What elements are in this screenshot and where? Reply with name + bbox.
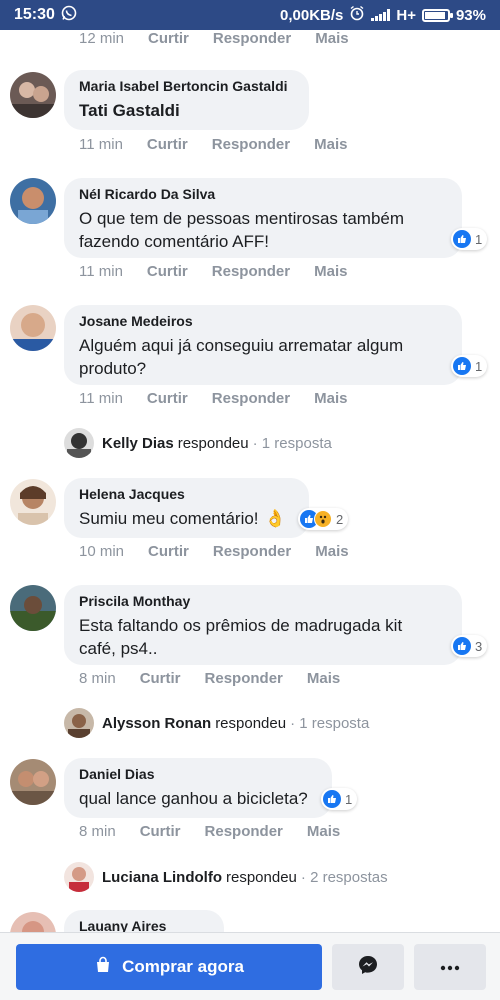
reply-link[interactable]: Responder	[205, 823, 283, 840]
wow-icon	[314, 510, 332, 528]
comment-text[interactable]: qual lance ganhou a bicicleta?	[79, 787, 318, 810]
comment-text[interactable]: Sumiu meu comentário! 👌	[79, 507, 295, 530]
more-options-button[interactable]	[414, 944, 486, 990]
comment-author[interactable]: Josane Medeiros	[79, 313, 448, 329]
signal-icon	[371, 9, 391, 21]
avatar	[64, 708, 94, 738]
comment-meta: 11 min Curtir Responder Mais	[79, 390, 348, 407]
like-link[interactable]: Curtir	[148, 543, 189, 560]
reply-link[interactable]: Responder	[213, 543, 291, 560]
comment-author[interactable]: Helena Jacques	[79, 486, 295, 502]
status-time: 15:30	[14, 6, 55, 23]
avatar[interactable]	[10, 585, 56, 631]
like-link[interactable]: Curtir	[147, 136, 188, 153]
reply-link[interactable]: Responder	[213, 30, 291, 47]
reactions-badge[interactable]: 3	[451, 635, 488, 657]
ok-hand-emoji: 👌	[264, 509, 286, 528]
shopping-bag-icon	[94, 956, 112, 979]
more-link[interactable]: Mais	[314, 390, 347, 407]
reactions-badge[interactable]: 1	[451, 228, 488, 250]
comment-bubble: Maria Isabel Bertoncin Gastaldi Tati Gas…	[64, 70, 309, 130]
more-link[interactable]: Mais	[314, 136, 347, 153]
comment-author[interactable]: Daniel Dias	[79, 766, 318, 782]
reply-link[interactable]: Responder	[212, 390, 290, 407]
battery-percent: 93%	[455, 6, 486, 24]
comment-author[interactable]: Priscila Monthay	[79, 593, 448, 609]
reactions-badge[interactable]: 1	[321, 788, 358, 810]
reply-link[interactable]: Responder	[205, 670, 283, 687]
battery-icon	[421, 8, 453, 22]
like-link[interactable]: Curtir	[147, 390, 188, 407]
whatsapp-icon	[61, 5, 77, 26]
replies-link[interactable]: Alysson Ronan respondeu · 1 resposta	[64, 708, 369, 738]
comment-meta: 10 min Curtir Responder Mais	[79, 543, 349, 560]
avatar	[64, 862, 94, 892]
status-bar: 15:30 0,00KB/s H+ 93%	[0, 0, 500, 30]
reactions-badge[interactable]: 1	[451, 355, 488, 377]
comments-feed[interactable]: 12 min Curtir Responder Mais Maria Isabe…	[0, 30, 500, 932]
more-icon	[440, 958, 460, 976]
avatar[interactable]	[10, 479, 56, 525]
network-speed: 0,00KB/s	[280, 6, 344, 24]
like-icon	[453, 230, 471, 248]
bottom-action-bar: Comprar agora	[0, 932, 500, 1000]
avatar[interactable]	[10, 912, 56, 932]
comment-text[interactable]: Esta faltando os prêmios de madrugada ki…	[79, 614, 448, 660]
like-link[interactable]: Curtir	[148, 30, 189, 47]
like-link[interactable]: Curtir	[147, 263, 188, 280]
like-link[interactable]: Curtir	[140, 670, 181, 687]
comment-meta: 8 min Curtir Responder Mais	[79, 670, 341, 687]
replies-link[interactable]: Luciana Lindolfo respondeu · 2 respostas	[64, 862, 388, 892]
comment-text[interactable]: O que tem de pessoas mentirosas também f…	[79, 207, 448, 253]
avatar[interactable]	[10, 305, 56, 351]
comment-bubble: Helena Jacques Sumiu meu comentário! 👌	[64, 478, 309, 538]
comment-meta: 8 min Curtir Responder Mais	[79, 823, 341, 840]
avatar[interactable]	[10, 178, 56, 224]
comment-text[interactable]: Tati Gastaldi	[79, 99, 295, 122]
messenger-icon	[357, 954, 379, 981]
like-link[interactable]: Curtir	[140, 823, 181, 840]
comment-meta: 11 min Curtir Responder Mais	[79, 136, 348, 153]
more-link[interactable]: Mais	[315, 30, 348, 47]
replies-link[interactable]: Kelly Dias respondeu · 1 resposta	[64, 428, 332, 458]
more-link[interactable]: Mais	[315, 543, 348, 560]
avatar	[64, 428, 94, 458]
comment-meta: 12 min Curtir Responder Mais	[79, 30, 349, 47]
comment-bubble: Priscila Monthay Esta faltando os prêmio…	[64, 585, 462, 665]
comment-bubble: Daniel Dias qual lance ganhou a biciclet…	[64, 758, 332, 818]
network-type: H+	[396, 6, 416, 24]
reactions-badge[interactable]: 2	[298, 508, 349, 530]
reply-link[interactable]: Responder	[212, 263, 290, 280]
buy-now-button[interactable]: Comprar agora	[16, 944, 322, 990]
messenger-button[interactable]	[332, 944, 404, 990]
comment-meta: 11 min Curtir Responder Mais	[79, 263, 348, 280]
comment-bubble: Nél Ricardo Da Silva O que tem de pessoa…	[64, 178, 462, 258]
more-link[interactable]: Mais	[307, 670, 340, 687]
like-icon	[453, 637, 471, 655]
comment-text[interactable]: Alguém aqui já conseguiu arrematar algum…	[79, 334, 448, 380]
avatar[interactable]	[10, 72, 56, 118]
comment-author[interactable]: Maria Isabel Bertoncin Gastaldi	[79, 78, 295, 94]
like-icon	[323, 790, 341, 808]
comment-author[interactable]: Nél Ricardo Da Silva	[79, 186, 448, 202]
like-icon	[453, 357, 471, 375]
alarm-icon	[349, 5, 365, 25]
comment-bubble: Lauany Aires	[64, 910, 224, 932]
comment-author[interactable]: Lauany Aires	[79, 918, 210, 932]
reply-link[interactable]: Responder	[212, 136, 290, 153]
buy-now-label: Comprar agora	[122, 957, 244, 976]
avatar[interactable]	[10, 759, 56, 805]
comment-bubble: Josane Medeiros Alguém aqui já conseguiu…	[64, 305, 462, 385]
more-link[interactable]: Mais	[314, 263, 347, 280]
more-link[interactable]: Mais	[307, 823, 340, 840]
